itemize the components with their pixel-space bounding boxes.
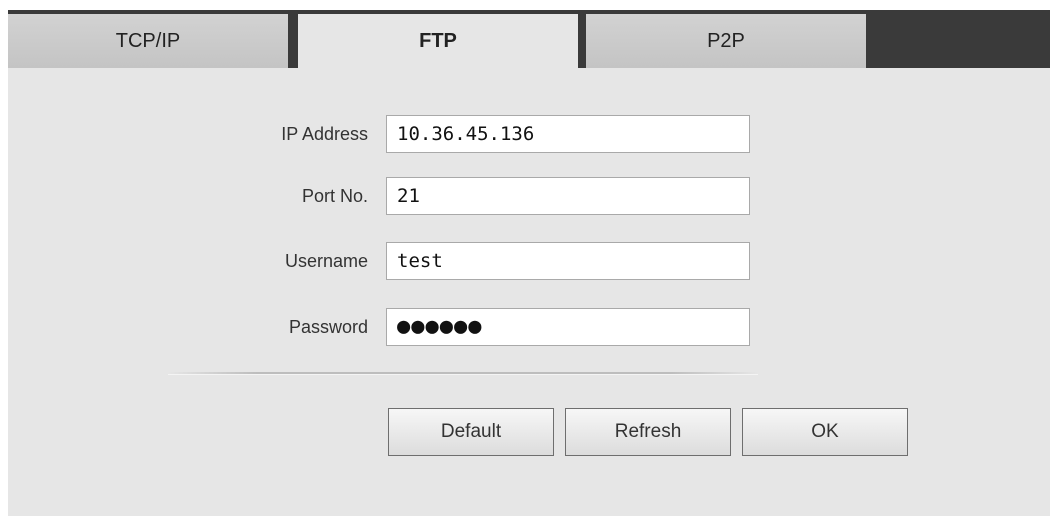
default-button[interactable]: Default <box>388 408 554 456</box>
ok-button[interactable]: OK <box>742 408 908 456</box>
refresh-button[interactable]: Refresh <box>565 408 731 456</box>
ftp-settings-panel: IP Address 10.36.45.136 Port No. 21 User… <box>8 68 1050 516</box>
tab-ftp[interactable]: FTP <box>298 14 578 72</box>
tab-p2p[interactable]: P2P <box>586 14 866 68</box>
username-field[interactable]: test <box>386 242 750 280</box>
tab-tcpip[interactable]: TCP/IP <box>8 14 288 68</box>
port-label: Port No. <box>301 186 368 206</box>
password-field[interactable]: ●●●●●● <box>386 308 750 346</box>
tab-bar: TCP/IP FTP P2P <box>8 10 1050 72</box>
form-divider <box>168 372 758 375</box>
password-label: Password <box>288 317 368 337</box>
ip-address-label: IP Address <box>281 124 368 144</box>
ip-address-field[interactable]: 10.36.45.136 <box>386 115 750 153</box>
ftp-settings-window: TCP/IP FTP P2P IP Address 10.36.45.136 P… <box>0 0 1050 516</box>
username-label: Username <box>284 251 368 271</box>
port-field[interactable]: 21 <box>386 177 750 215</box>
